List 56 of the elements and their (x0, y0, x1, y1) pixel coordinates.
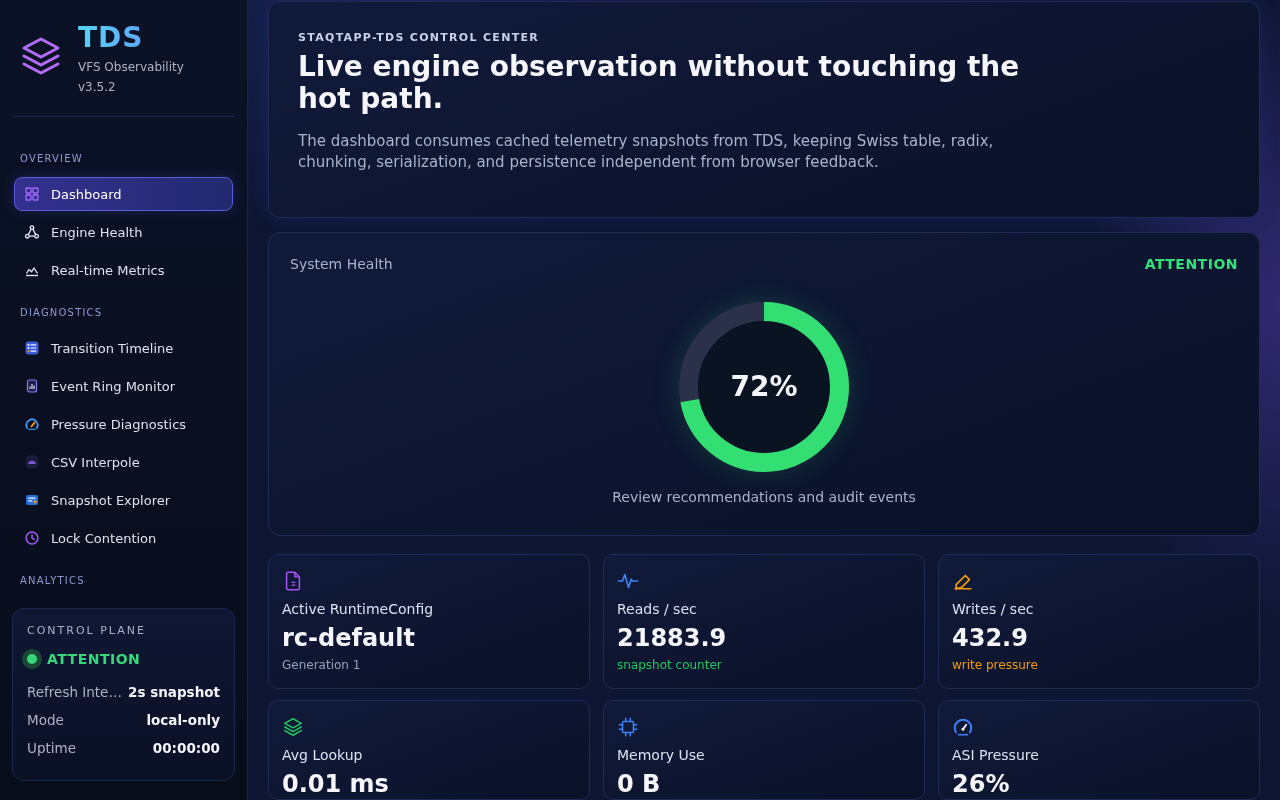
metric-label: ASI Pressure (952, 746, 1039, 764)
section-label: DIAGNOSTICS (19, 307, 103, 319)
metric-label: Memory Use (617, 746, 705, 764)
nav-item[interactable]: Dashboard (14, 177, 233, 211)
metric-value: 26% (952, 769, 1010, 799)
nav-item[interactable]: Event Ring Monitor (14, 369, 233, 403)
status-label: ATTENTION (1144, 255, 1238, 273)
nav-item[interactable]: Transition Timeline (14, 331, 233, 365)
setting-label: Refresh Inte… (27, 683, 122, 702)
setting-value: 2s snapshot (128, 683, 221, 702)
nav-item[interactable]: Snapshot Explorer (14, 483, 233, 517)
chip-icon (617, 716, 639, 738)
health-caption: Review recommendations and audit events (612, 488, 916, 506)
eyebrow-label: STAQTAPP-TDS CONTROL CENTER (298, 31, 541, 45)
card-tile-icon (25, 493, 39, 507)
panel-title: CONTROL PLANE (27, 624, 147, 638)
setting-label: Mode (27, 711, 64, 730)
metric-label: Writes / sec (952, 600, 1034, 618)
metric-value: rc-default (282, 623, 415, 653)
section-label: ANALYTICS (19, 575, 85, 587)
metric-value: 0 B (617, 769, 661, 799)
clock-icon (25, 531, 39, 545)
gauge-icon (952, 716, 974, 738)
grid-icon (25, 187, 39, 201)
metric-value: 0.01 ms (282, 769, 389, 799)
metric-label: Avg Lookup (282, 746, 363, 764)
page-description: The dashboard consumes cached telemetry snapshots from TDS, keeping Swiss table, radix, chunking, serialization, and persistence independent from browser feedback. (298, 131, 995, 173)
section-label: OVERVIEW (19, 153, 83, 165)
status-dot-icon (22, 649, 42, 669)
setting-label: Uptime (27, 739, 76, 758)
setting-value: 00:00:00 (152, 739, 221, 758)
metric-value: 432.9 (952, 623, 1028, 653)
setting-value: local-only (146, 711, 221, 730)
version-label: v3.5.2 (78, 79, 116, 96)
metric-note: Generation 1 (282, 657, 361, 673)
page-title: Live engine observation without touching the hot path. (298, 51, 1021, 115)
gauge-icon (25, 417, 39, 431)
metric-note: snapshot counter (617, 657, 722, 673)
metric-label: Reads / sec (617, 600, 697, 618)
health-title: System Health (290, 255, 393, 273)
status-label: ATTENTION (47, 651, 141, 667)
bar-chart-icon (25, 379, 39, 393)
metric-label: Active RuntimeConfig (282, 600, 434, 618)
nav-item[interactable]: CSV Interpole (14, 445, 233, 479)
nav-item[interactable]: Lock Contention (14, 521, 233, 555)
metric-value: 21883.9 (617, 623, 727, 653)
nav-item[interactable]: Pressure Diagnostics (14, 407, 233, 441)
brand-subtitle: VFS Observability (78, 59, 184, 76)
network-icon (25, 225, 39, 239)
layers-icon (282, 716, 304, 738)
nav-item[interactable]: Engine Health (14, 215, 233, 249)
metric-note: write pressure (952, 657, 1038, 673)
dome-tile-icon (25, 455, 39, 469)
nav-item[interactable]: Real-time Metrics (14, 253, 233, 287)
list-tile-icon (25, 341, 39, 355)
gauge-reading: 72% (730, 370, 798, 404)
